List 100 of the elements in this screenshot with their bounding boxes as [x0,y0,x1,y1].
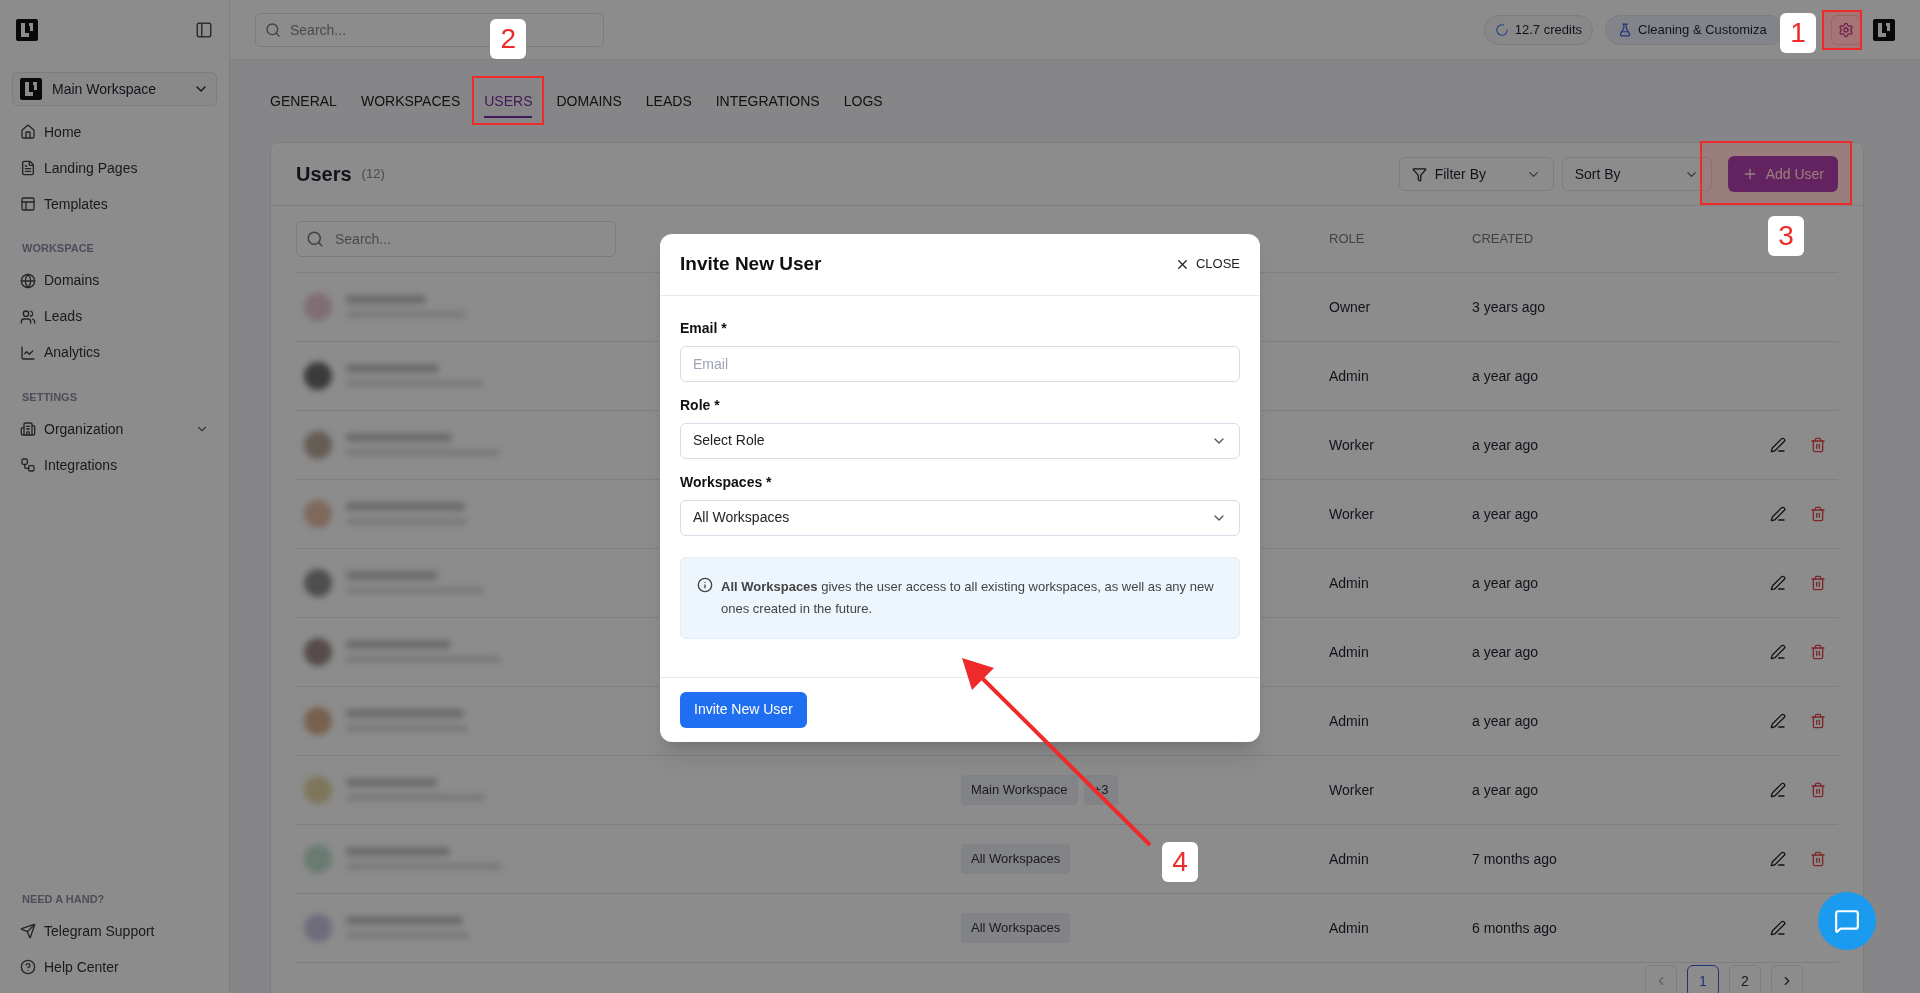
select-field[interactable]: Select Role [680,422,1240,459]
role-cell-text: Admin [1329,711,1369,731]
step-number: 3 [1768,216,1804,256]
delete-icon[interactable] [1810,575,1826,591]
created-cell-text: 7 months ago [1472,849,1557,869]
section-heading: SETTINGS [21,389,78,405]
tab[interactable]: WORKSPACES [360,84,461,118]
role-cell-text: Worker [1329,504,1374,524]
created-cell-text: 3 years ago [1472,297,1546,317]
field-label: Workspaces * [680,472,773,492]
column-header: ROLE [1329,230,1365,249]
step-number: 4 [1162,842,1198,882]
close-button[interactable]: CLOSE [1174,254,1240,274]
sidebar-item[interactable]: Templates [12,186,217,222]
step-number: 2 [490,18,527,59]
workspace-tag: All Workspaces [961,844,1071,874]
page-button[interactable]: 1 [1687,965,1719,993]
select-field[interactable]: All Workspaces [680,499,1240,536]
edit-icon[interactable] [1770,713,1786,729]
globe-icon [20,272,36,289]
delete-icon[interactable] [1810,782,1826,798]
created-cell-text: a year ago [1472,366,1539,386]
role-cell-text: Admin [1329,918,1369,938]
role-cell-text: Worker [1329,780,1374,800]
role-cell-text: Worker [1329,435,1374,455]
layout-icon [20,196,36,212]
email-field[interactable]: Email [680,345,1240,382]
created-cell-text: a year ago [1472,573,1539,593]
workspace-selector[interactable]: Main Workspace [12,72,217,106]
filter-icon [1411,166,1427,182]
credits-badge[interactable]: 12.7 credits [1483,14,1593,45]
edit-icon[interactable] [1770,920,1786,936]
invite-button[interactable]: Invite New User [680,691,807,728]
edit-icon[interactable] [1770,506,1786,522]
tab[interactable]: LEADS [645,84,692,118]
edit-icon[interactable] [1770,851,1786,867]
filter-dropdown[interactable]: Filter By [1398,157,1554,191]
role-cell-text: Admin [1329,849,1369,869]
building-icon [20,421,36,437]
page-title: Users [296,162,352,187]
sidebar-item[interactable]: Leads [12,298,217,335]
progress-ring-icon [1494,22,1509,37]
logo [16,19,38,41]
created-cell-text: a year ago [1472,711,1539,731]
sidebar-item[interactable]: Telegram Support [12,913,217,949]
highlight-frame [1822,10,1862,50]
flask-icon [1618,22,1632,37]
paper-plane-icon [20,923,36,939]
role-cell-text: Owner [1329,297,1371,317]
delete-icon[interactable] [1810,437,1826,453]
created-cell-text: a year ago [1472,435,1539,455]
role-cell-text: Admin [1329,573,1369,593]
role-cell-text: Admin [1329,366,1369,386]
page-button[interactable]: 2 [1729,965,1761,993]
tab[interactable]: LOGS [843,84,883,118]
add-user-button[interactable]: Add User [1727,156,1838,192]
settings-icon [1838,21,1854,38]
workspace-logo [20,78,42,100]
field-label: Role * [680,395,721,415]
sidebar-item[interactable]: Landing Pages [12,150,217,186]
account-avatar [1873,18,1895,41]
document-icon [20,160,36,176]
tab[interactable]: DOMAINS [556,84,622,118]
sidebar-item[interactable]: Analytics [12,334,217,371]
created-cell-text: a year ago [1472,504,1539,524]
sidebar-item[interactable]: Organization [12,411,217,447]
workspace-tag: All Workspaces [961,913,1071,943]
sidebar-toggle-icon[interactable] [195,21,213,39]
sidebar-item[interactable]: Domains [12,262,217,299]
search-field[interactable]: Search... [296,221,616,257]
dialog-title: Invite New User [680,251,822,276]
edit-icon[interactable] [1770,575,1786,591]
delete-icon[interactable] [1810,713,1826,729]
role-cell-text: Admin [1329,642,1369,662]
sidebar-item[interactable]: Integrations [12,447,217,483]
step-number: 1 [1780,13,1816,53]
edit-icon[interactable] [1770,437,1786,453]
settings-button[interactable] [1831,14,1861,45]
delete-icon[interactable] [1810,644,1826,660]
sidebar-item[interactable]: Help Center [12,949,217,985]
line-chart-icon [20,344,36,361]
tab[interactable]: USERS [484,84,533,118]
delete-icon[interactable] [1810,851,1826,867]
field-label: Email * [680,318,728,338]
linked-nodes-icon [20,457,36,473]
house-icon [20,124,36,140]
section-heading: NEED A HAND? [21,891,106,907]
column-header: CREATED [1472,230,1534,249]
info-text: All Workspaces gives the user access to all existing workspaces, as well as any new ones created in the future. [721,577,1215,618]
delete-icon[interactable] [1810,506,1826,522]
edit-icon[interactable] [1770,782,1786,798]
tab[interactable]: INTEGRATIONS [715,84,820,118]
sidebar-item[interactable]: Home [12,114,217,150]
edit-icon[interactable] [1770,644,1786,660]
search-icon [306,230,324,248]
user-count: (12) [361,165,385,184]
tab[interactable]: GENERAL [270,84,337,118]
help-icon [20,959,36,975]
sort-dropdown[interactable]: Sort By [1561,157,1712,191]
chat-icon [1834,908,1860,934]
